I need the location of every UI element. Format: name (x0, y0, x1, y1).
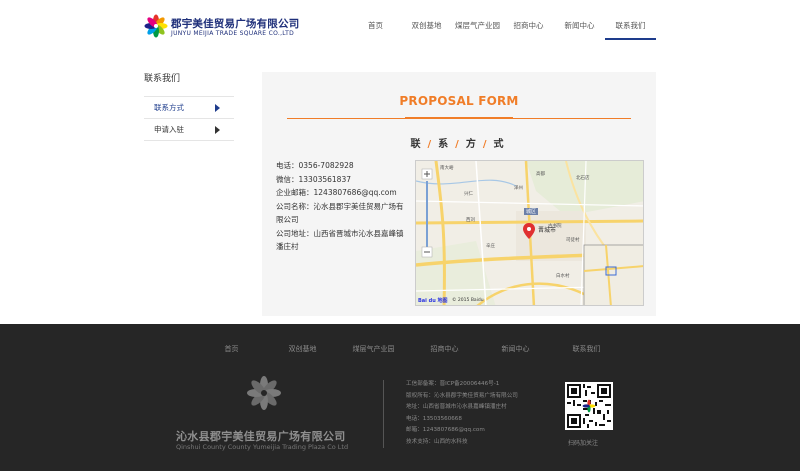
flower-logo-icon (144, 14, 168, 38)
sidebar-item-apply-entry[interactable]: 申请入驻 (144, 119, 234, 141)
contact-company: 公司名称：沁水县郡宇美佳贸易广场有限公司 (276, 201, 404, 225)
map-place-label: 兴仁 (464, 192, 473, 197)
qr-code (565, 382, 613, 430)
map-place-label: 辛庄 (486, 244, 495, 249)
footer-nav-investment-center[interactable]: 招商中心 (409, 344, 480, 354)
map-district-label: 城区 (524, 208, 539, 215)
sidebar-title: 联系我们 (144, 74, 181, 84)
logo-english-name: JUNYU MEIJIA TRADE SQUARE CO.,LTD (171, 30, 294, 37)
contact-heading: 联 / 系 / 方 / 式 (410, 139, 508, 150)
footer-email: 邮箱：1243807686@qq.com (406, 427, 485, 434)
heading-char: 式 (493, 139, 508, 150)
footer-divider (383, 380, 384, 448)
footer-nav-news-center[interactable]: 新闻中心 (480, 344, 551, 354)
footer-flower-logo-icon (247, 376, 281, 410)
qr-code-icon (565, 382, 613, 430)
nav-item-home[interactable]: 首页 (350, 0, 401, 40)
title-divider-accent (405, 117, 513, 119)
footer-address: 地址：山西省晋城市沁水县嘉峰镇潘庄村 (406, 404, 507, 411)
proposal-form-title: PROPOSAL FORM (399, 94, 519, 108)
map-canvas (416, 161, 643, 305)
footer-info: 工信部备案：晋ICP备20006446号-1 版权所有：沁水县郡宇美佳贸易广场有… (406, 379, 518, 449)
nav-item-innovation-base[interactable]: 双创基地 (401, 0, 452, 40)
contact-wechat: 微信：13303561837 (276, 174, 351, 184)
footer-nav-cbm-park[interactable]: 煤层气产业园 (338, 344, 409, 354)
map-place-label: 司徒村 (566, 238, 580, 243)
map-place-label: 白水村 (556, 274, 570, 279)
site-logo[interactable]: 郡宇美佳贸易广场有限公司 JUNYU MEIJIA TRADE SQUARE C… (144, 14, 299, 42)
footer-tech-support: 技术支持：山西的水科技 (406, 438, 468, 445)
map-place-label: 西刘 (466, 218, 475, 223)
site-header: 郡宇美佳贸易广场有限公司 JUNYU MEIJIA TRADE SQUARE C… (0, 0, 800, 44)
footer-copyright: 版权所有：沁水县郡宇美佳贸易广场有限公司 (406, 392, 518, 399)
footer-nav-innovation-base[interactable]: 双创基地 (267, 344, 338, 354)
contact-address: 公司地址：山西省晋城市沁水县嘉峰镇潘庄村 (276, 228, 404, 252)
logo-chinese-name: 郡宇美佳贸易广场有限公司 (171, 18, 300, 30)
map-place-label: 北石店 (576, 176, 590, 181)
qr-code-label: 扫码加关注 (568, 440, 599, 447)
caret-right-icon (215, 104, 220, 112)
sidebar-item-label: 申请入驻 (154, 125, 184, 134)
footer-company-name: 沁水县郡宇美佳贸易广场有限公司 (176, 430, 346, 443)
heading-char: 方 (465, 139, 480, 150)
site-footer: 首页 双创基地 煤层气产业园 招商中心 新闻中心 联系我们 沁水县郡宇美佳贸易广… (0, 324, 800, 471)
heading-char: 联 (410, 139, 425, 150)
sidebar: 联系我们 联系方式 申请入驻 (144, 72, 234, 141)
footer-nav: 首页 双创基地 煤层气产业园 招商中心 新闻中心 联系我们 (196, 344, 622, 354)
nav-item-investment-center[interactable]: 招商中心 (503, 0, 554, 40)
map-copyright: © 2015 Baidu (452, 298, 484, 303)
main-nav: 首页 双创基地 煤层气产业园 招商中心 新闻中心 联系我们 (350, 0, 656, 40)
map-place-label: 南大峪 (440, 166, 454, 171)
sidebar-item-label: 联系方式 (154, 103, 184, 112)
nav-item-contact-us[interactable]: 联系我们 (605, 0, 656, 40)
contact-info: 电话：0356-7082928 微信：13303561837 企业邮箱：1243… (276, 159, 408, 254)
footer-nav-contact-us[interactable]: 联系我们 (551, 344, 622, 354)
caret-right-icon (215, 126, 220, 134)
footer-icp[interactable]: 工信部备案：晋ICP备20006446号-1 (406, 379, 518, 391)
heading-char: 系 (438, 139, 453, 150)
main-content: PROPOSAL FORM 联 / 系 / 方 / 式 电话：0356-7082928 微信… (262, 72, 656, 316)
nav-item-news-center[interactable]: 新闻中心 (554, 0, 605, 40)
sidebar-list: 联系方式 申请入驻 (144, 96, 234, 141)
map-place-label: 古书院 (548, 224, 562, 229)
contact-email: 企业邮箱：1243807686@qq.com (276, 188, 397, 197)
map-place-label: 高都 (536, 172, 545, 177)
footer-phone: 电话：13503560668 (406, 415, 462, 422)
sidebar-item-contact-info[interactable]: 联系方式 (144, 97, 234, 119)
baidu-map[interactable]: 晋城市 城区 南大峪 兴仁 西刘 古书院 司徒村 泽州 高都 北石店 辛庄 白水… (415, 160, 644, 306)
contact-phone: 电话：0356-7082928 (276, 161, 354, 170)
footer-nav-home[interactable]: 首页 (196, 344, 267, 354)
baidu-brand-logo: Bai du 地图 (418, 298, 448, 304)
footer-company-name-en: Qinshui County County Yumeijia Trading P… (176, 443, 349, 451)
nav-item-cbm-park[interactable]: 煤层气产业园 (452, 0, 503, 40)
map-place-label: 泽州 (514, 186, 523, 191)
